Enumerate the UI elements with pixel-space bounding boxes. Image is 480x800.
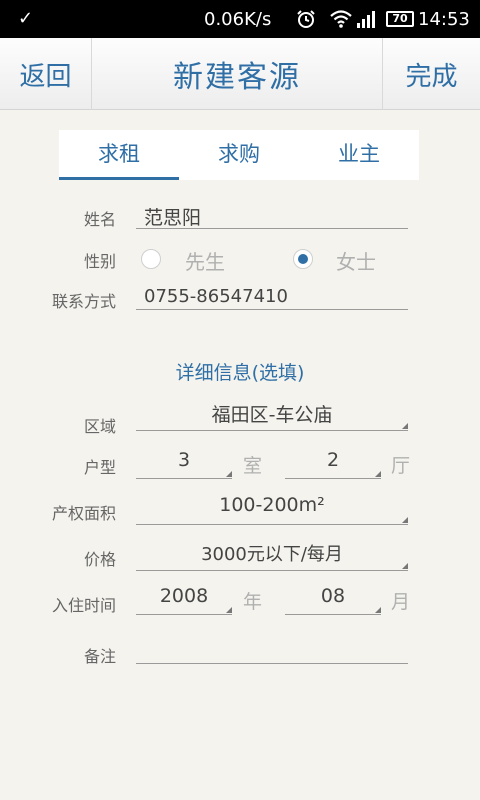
rooms-unit: 室: [243, 455, 263, 477]
tab-rent[interactable]: 求租: [59, 130, 179, 180]
halls-value: 2: [326, 449, 340, 471]
back-button[interactable]: 返回: [0, 38, 92, 110]
gender-female-label: 女士: [336, 250, 376, 274]
gender-male-radio[interactable]: [141, 249, 161, 269]
page-title: 新建客源: [173, 60, 301, 95]
dropdown-arrow-icon: [226, 607, 232, 613]
month-unit: 月: [391, 591, 411, 613]
size-label: 产权面积: [51, 504, 116, 523]
alarm-icon: [297, 10, 315, 28]
details-section-title: 详细信息(选填): [175, 362, 305, 384]
clock: 14:53: [418, 9, 470, 30]
dropdown-arrow-icon: [402, 563, 408, 569]
title-bar: 返回 新建客源 完成: [0, 38, 480, 110]
price-select[interactable]: 3000元以下/每月: [136, 540, 408, 571]
dropdown-arrow-icon: [402, 423, 408, 429]
status-bar: ✓ 0.06K/s 70 14:53: [0, 0, 480, 38]
gender-male-label: 先生: [185, 250, 225, 274]
contact-underline: [136, 309, 408, 310]
dropdown-arrow-icon: [226, 471, 232, 477]
dropdown-arrow-icon: [375, 607, 381, 613]
halls-select[interactable]: 2: [285, 449, 381, 479]
tab-bar: 求租 求购 业主: [59, 130, 419, 180]
size-value: 100-200m²: [219, 494, 325, 516]
check-icon: ✓: [18, 8, 34, 29]
area-label: 区域: [83, 417, 116, 436]
layout-label: 户型: [83, 458, 116, 477]
name-label: 姓名: [83, 210, 116, 229]
month-select[interactable]: 08: [285, 585, 381, 615]
gender-female-radio[interactable]: [293, 249, 313, 269]
rooms-value: 3: [177, 449, 191, 471]
network-speed: 0.06K/s: [204, 9, 272, 30]
month-value: 08: [320, 585, 346, 607]
rooms-select[interactable]: 3: [136, 449, 232, 479]
year-unit: 年: [243, 591, 263, 613]
area-select[interactable]: 福田区-车公庙: [136, 400, 408, 431]
halls-unit: 厅: [391, 455, 411, 477]
remark-field[interactable]: [144, 638, 408, 662]
year-select[interactable]: 2008: [136, 585, 232, 615]
price-label: 价格: [83, 550, 116, 569]
dropdown-arrow-icon: [402, 517, 408, 523]
name-underline: [136, 228, 408, 229]
tab-buy[interactable]: 求购: [179, 130, 299, 180]
remark-label: 备注: [83, 647, 116, 666]
gender-label: 性别: [83, 252, 116, 271]
size-select[interactable]: 100-200m²: [136, 494, 408, 525]
signal-icon: [357, 11, 375, 28]
dropdown-arrow-icon: [375, 471, 381, 477]
year-value: 2008: [159, 585, 209, 607]
battery-icon: 70: [386, 11, 414, 27]
wifi-icon: [330, 10, 352, 28]
contact-field[interactable]: 0755-86547410: [144, 286, 288, 307]
contact-label: 联系方式: [51, 292, 116, 311]
name-field[interactable]: 范思阳: [144, 203, 201, 230]
remark-underline: [136, 663, 408, 664]
tab-owner[interactable]: 业主: [299, 130, 419, 180]
done-button[interactable]: 完成: [382, 38, 480, 110]
movein-label: 入住时间: [51, 596, 116, 615]
price-value: 3000元以下/每月: [201, 544, 343, 565]
area-value: 福田区-车公庙: [211, 404, 333, 426]
